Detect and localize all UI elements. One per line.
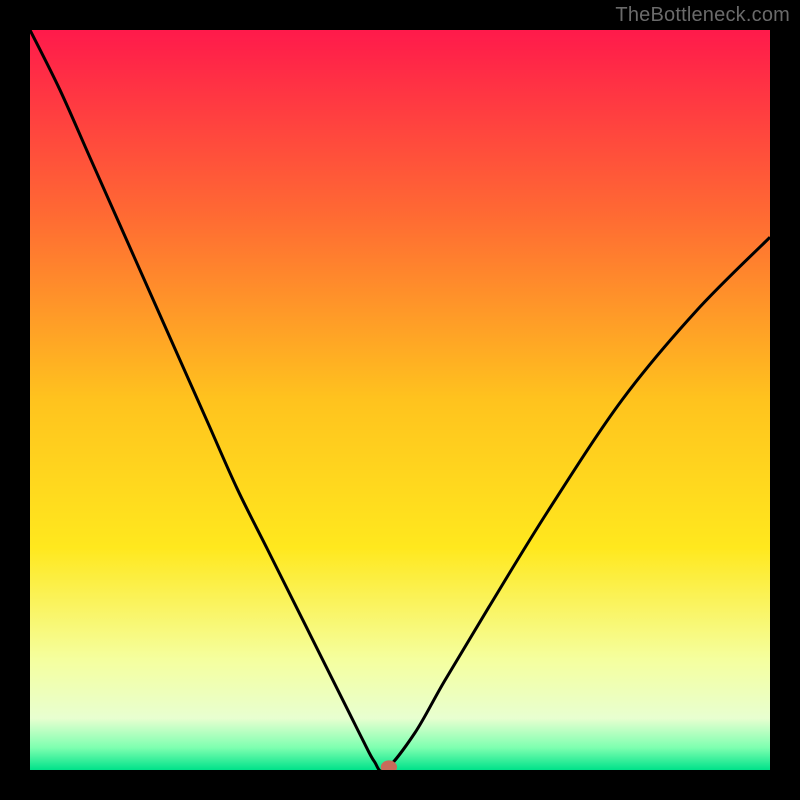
plot-area: [30, 30, 770, 770]
gradient-background: [30, 30, 770, 770]
chart-svg: [30, 30, 770, 770]
chart-frame: TheBottleneck.com: [0, 0, 800, 800]
attribution-text: TheBottleneck.com: [615, 4, 790, 27]
